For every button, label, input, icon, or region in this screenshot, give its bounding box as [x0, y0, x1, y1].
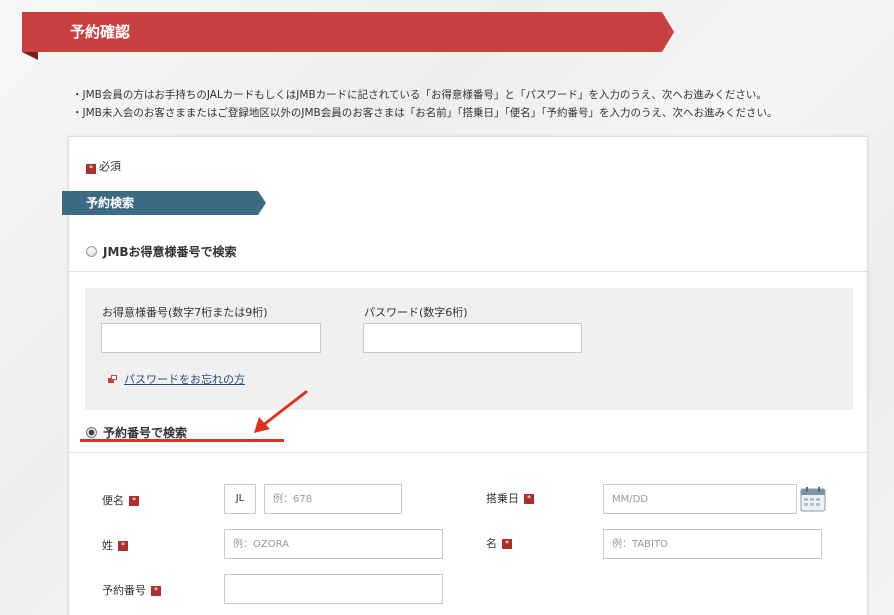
intro-note-jmb: ・JMB会員の方はお手持ちのJALカードもしくはJMBカードに記されている「お得…: [72, 89, 767, 101]
annotation-arrow-icon: [254, 390, 308, 433]
flight-number-input[interactable]: [264, 484, 402, 514]
required-icon: *: [129, 496, 139, 506]
reservation-number-label: 予約番号 *: [102, 584, 161, 598]
first-name-label-text: 名: [486, 537, 497, 550]
radio-jmb-search-button[interactable]: [86, 246, 97, 257]
page-title-fold: [22, 52, 38, 60]
required-legend-text: 必須: [99, 160, 121, 173]
password-label: パスワード(数字6桁): [364, 306, 468, 319]
link-icon: [108, 375, 118, 383]
calendar-icon[interactable]: [800, 486, 826, 512]
member-number-input[interactable]: [101, 323, 321, 353]
annotation-underline: [80, 439, 284, 442]
divider: [69, 452, 867, 453]
last-name-input[interactable]: [224, 529, 443, 559]
last-name-label-text: 姓: [102, 539, 113, 552]
required-icon: *: [118, 541, 128, 551]
radio-jmb-search-label: JMBお得意様番号で検索: [103, 245, 237, 259]
password-input[interactable]: [363, 323, 582, 353]
radio-jmb-search[interactable]: JMBお得意様番号で検索: [86, 243, 237, 260]
flight-label: 便名 *: [102, 494, 139, 508]
required-icon: *: [86, 164, 96, 174]
last-name-label: 姓 *: [102, 539, 128, 553]
first-name-label: 名 *: [486, 537, 512, 551]
member-number-label: お得意様番号(数字7桁または9桁): [102, 306, 268, 319]
boarding-date-input[interactable]: [603, 484, 797, 514]
flight-label-text: 便名: [102, 494, 124, 507]
divider: [69, 271, 867, 272]
page-title: 予約確認: [70, 23, 131, 41]
boarding-date-label-text: 搭乗日: [486, 492, 519, 505]
section-title: 予約検索: [86, 196, 135, 210]
forgot-password-link[interactable]: パスワードをお忘れの方: [108, 371, 245, 387]
required-icon: *: [524, 494, 534, 504]
intro-note-non-jmb: ・JMB未入会のお客さままたはご登録地区以外のJMB会員のお客さまは「お名前」「…: [72, 107, 778, 119]
reservation-number-label-text: 予約番号: [102, 584, 146, 597]
reservation-number-input[interactable]: [224, 574, 443, 604]
boarding-date-label: 搭乗日 *: [486, 492, 534, 506]
forgot-password-link-text[interactable]: パスワードをお忘れの方: [124, 371, 245, 387]
required-icon: *: [151, 586, 161, 596]
required-legend: * 必須: [86, 160, 121, 174]
first-name-input[interactable]: [603, 529, 822, 559]
airline-code: JL: [224, 484, 256, 514]
required-icon: *: [502, 539, 512, 549]
radio-reservation-search-button[interactable]: [86, 427, 97, 438]
intro-notes: ・JMB会員の方はお手持ちのJALカードもしくはJMBカードに記されている「お得…: [72, 86, 777, 122]
